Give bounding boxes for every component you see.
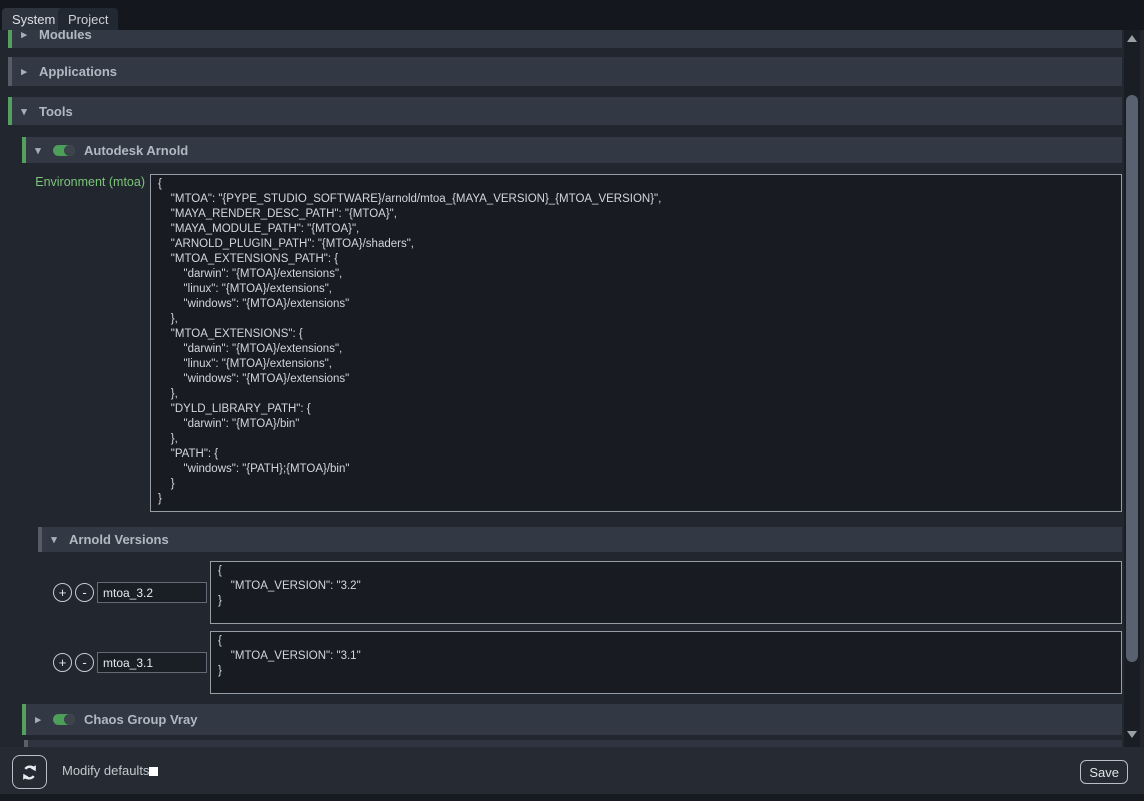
version-key-input[interactable]: [97, 582, 207, 603]
remove-version-button[interactable]: -: [75, 583, 94, 602]
section-header-modules[interactable]: ▸ Modules: [8, 30, 1122, 48]
collapse-arrow-icon: ▸: [18, 30, 30, 41]
version-json-textarea[interactable]: { "MTOA_VERSION": "3.1" }: [210, 631, 1122, 694]
environment-label: Environment (mtoa): [8, 175, 145, 189]
settings-window: System Project ▸ Modules ▸ Applications …: [0, 0, 1144, 801]
section-title: Chaos Group Vray: [84, 712, 197, 727]
tab-project[interactable]: Project: [58, 8, 118, 30]
save-button[interactable]: Save: [1080, 760, 1128, 784]
version-row: + - { "MTOA_VERSION": "3.1" }: [38, 631, 1122, 694]
section-header-autodesk-arnold[interactable]: ▾ Autodesk Arnold: [22, 137, 1122, 163]
scrollbar-thumb[interactable]: [1126, 95, 1138, 662]
section-title: Arnold Versions: [69, 532, 169, 547]
modify-defaults-checkbox[interactable]: [149, 767, 158, 776]
settings-scroll-area: ▸ Modules ▸ Applications ▾ Tools ▾ Autod…: [0, 30, 1144, 747]
section-title: Applications: [39, 64, 117, 79]
toggle-knob: [64, 145, 75, 156]
section-header-arnold-versions[interactable]: ▾ Arnold Versions: [38, 527, 1122, 552]
footer-bar: Modify defaults Save: [0, 747, 1144, 801]
expand-arrow-icon: ▾: [48, 533, 60, 546]
tab-system[interactable]: System: [2, 8, 65, 30]
section-title: Modules: [39, 30, 92, 42]
version-json-textarea[interactable]: { "MTOA_VERSION": "3.2" }: [210, 561, 1122, 624]
enabled-toggle[interactable]: [53, 145, 75, 156]
settings-content: ▸ Modules ▸ Applications ▾ Tools ▾ Autod…: [8, 30, 1122, 747]
remove-version-button[interactable]: -: [75, 653, 94, 672]
refresh-icon: [21, 764, 38, 781]
collapse-arrow-icon: ▸: [18, 65, 30, 78]
expand-arrow-icon: ▾: [18, 105, 30, 118]
version-row: + - { "MTOA_VERSION": "3.2" }: [38, 561, 1122, 624]
environment-json-textarea[interactable]: { "MTOA": "{PYPE_STUDIO_SOFTWARE}/arnold…: [150, 174, 1122, 512]
scrollbar-down-arrow-icon[interactable]: [1127, 731, 1137, 738]
vertical-scrollbar[interactable]: [1124, 30, 1140, 747]
clipped-next-section: [24, 740, 1122, 747]
refresh-button[interactable]: [12, 755, 47, 789]
section-header-chaos-group-vray[interactable]: ▸ Chaos Group Vray: [22, 704, 1122, 735]
scrollbar-up-arrow-icon[interactable]: [1127, 35, 1137, 42]
section-header-tools[interactable]: ▾ Tools: [8, 97, 1122, 125]
modify-defaults-label: Modify defaults: [62, 763, 149, 778]
section-title: Tools: [39, 104, 73, 119]
version-key-input[interactable]: [97, 652, 207, 673]
section-header-applications[interactable]: ▸ Applications: [8, 57, 1122, 86]
tab-bar: System Project: [0, 0, 1144, 30]
collapse-arrow-icon: ▸: [32, 713, 44, 726]
add-version-button[interactable]: +: [53, 653, 72, 672]
expand-arrow-icon: ▾: [32, 144, 44, 157]
toggle-knob: [64, 714, 75, 725]
section-title: Autodesk Arnold: [84, 143, 188, 158]
add-version-button[interactable]: +: [53, 583, 72, 602]
enabled-toggle[interactable]: [53, 714, 75, 725]
